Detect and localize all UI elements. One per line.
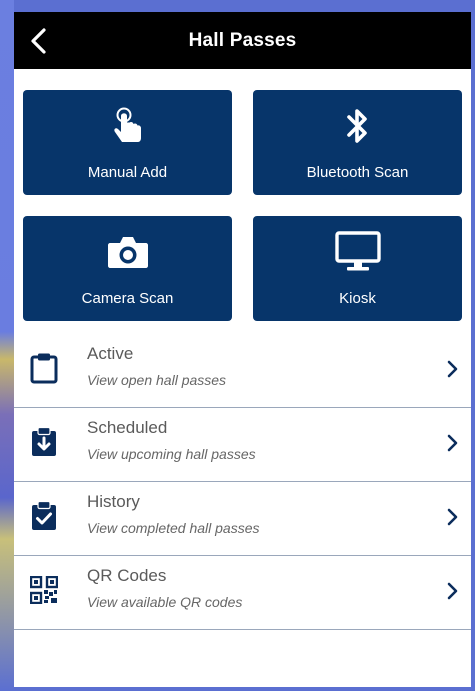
camera-scan-label: Camera Scan — [81, 290, 174, 307]
chevron-right-icon — [447, 582, 458, 600]
tap-hand-icon — [113, 107, 141, 142]
hall-passes-window: Hall Passes Manual Add Bluetooth Scan Ca… — [14, 12, 471, 687]
clipboard-icon — [30, 353, 58, 384]
chevron-left-icon — [31, 28, 46, 54]
list-item-title: Scheduled — [87, 418, 168, 437]
app-header: Hall Passes — [14, 12, 471, 69]
menu-list: Active View open hall passes Scheduled V… — [14, 334, 471, 630]
manual-add-label: Manual Add — [87, 164, 168, 181]
list-item-subtitle: View completed hall passes — [87, 520, 260, 536]
list-item-history[interactable]: History View completed hall passes — [14, 482, 471, 556]
desktop-wallpaper-left — [0, 0, 14, 691]
chevron-right-icon — [447, 508, 458, 526]
desktop-wallpaper-right — [471, 0, 475, 691]
qr-code-icon — [30, 576, 58, 604]
manual-add-button[interactable]: Manual Add — [23, 90, 232, 195]
chevron-right-icon — [447, 434, 458, 452]
chevron-right-icon — [447, 360, 458, 378]
page-title: Hall Passes — [188, 29, 297, 51]
list-item-scheduled[interactable]: Scheduled View upcoming hall passes — [14, 408, 471, 482]
bluetooth-scan-button[interactable]: Bluetooth Scan — [253, 90, 462, 195]
clipboard-download-icon — [32, 426, 56, 456]
kiosk-button[interactable]: Kiosk — [253, 216, 462, 321]
list-item-subtitle: View upcoming hall passes — [87, 446, 256, 462]
monitor-icon — [334, 231, 381, 271]
bluetooth-icon — [346, 109, 367, 143]
bluetooth-scan-label: Bluetooth Scan — [306, 164, 409, 181]
list-item-title: QR Codes — [87, 566, 167, 585]
list-item-title: Active — [87, 344, 134, 363]
camera-icon — [107, 237, 148, 268]
clipboard-check-icon — [32, 500, 56, 530]
list-item-active[interactable]: Active View open hall passes — [14, 334, 471, 408]
kiosk-label: Kiosk — [339, 290, 376, 307]
list-item-subtitle: View available QR codes — [87, 594, 243, 610]
list-item-qr-codes[interactable]: QR Codes View available QR codes — [14, 556, 471, 630]
camera-scan-button[interactable]: Camera Scan — [23, 216, 232, 321]
back-button[interactable] — [24, 26, 54, 56]
list-item-subtitle: View open hall passes — [87, 372, 227, 388]
list-item-title: History — [87, 492, 140, 511]
